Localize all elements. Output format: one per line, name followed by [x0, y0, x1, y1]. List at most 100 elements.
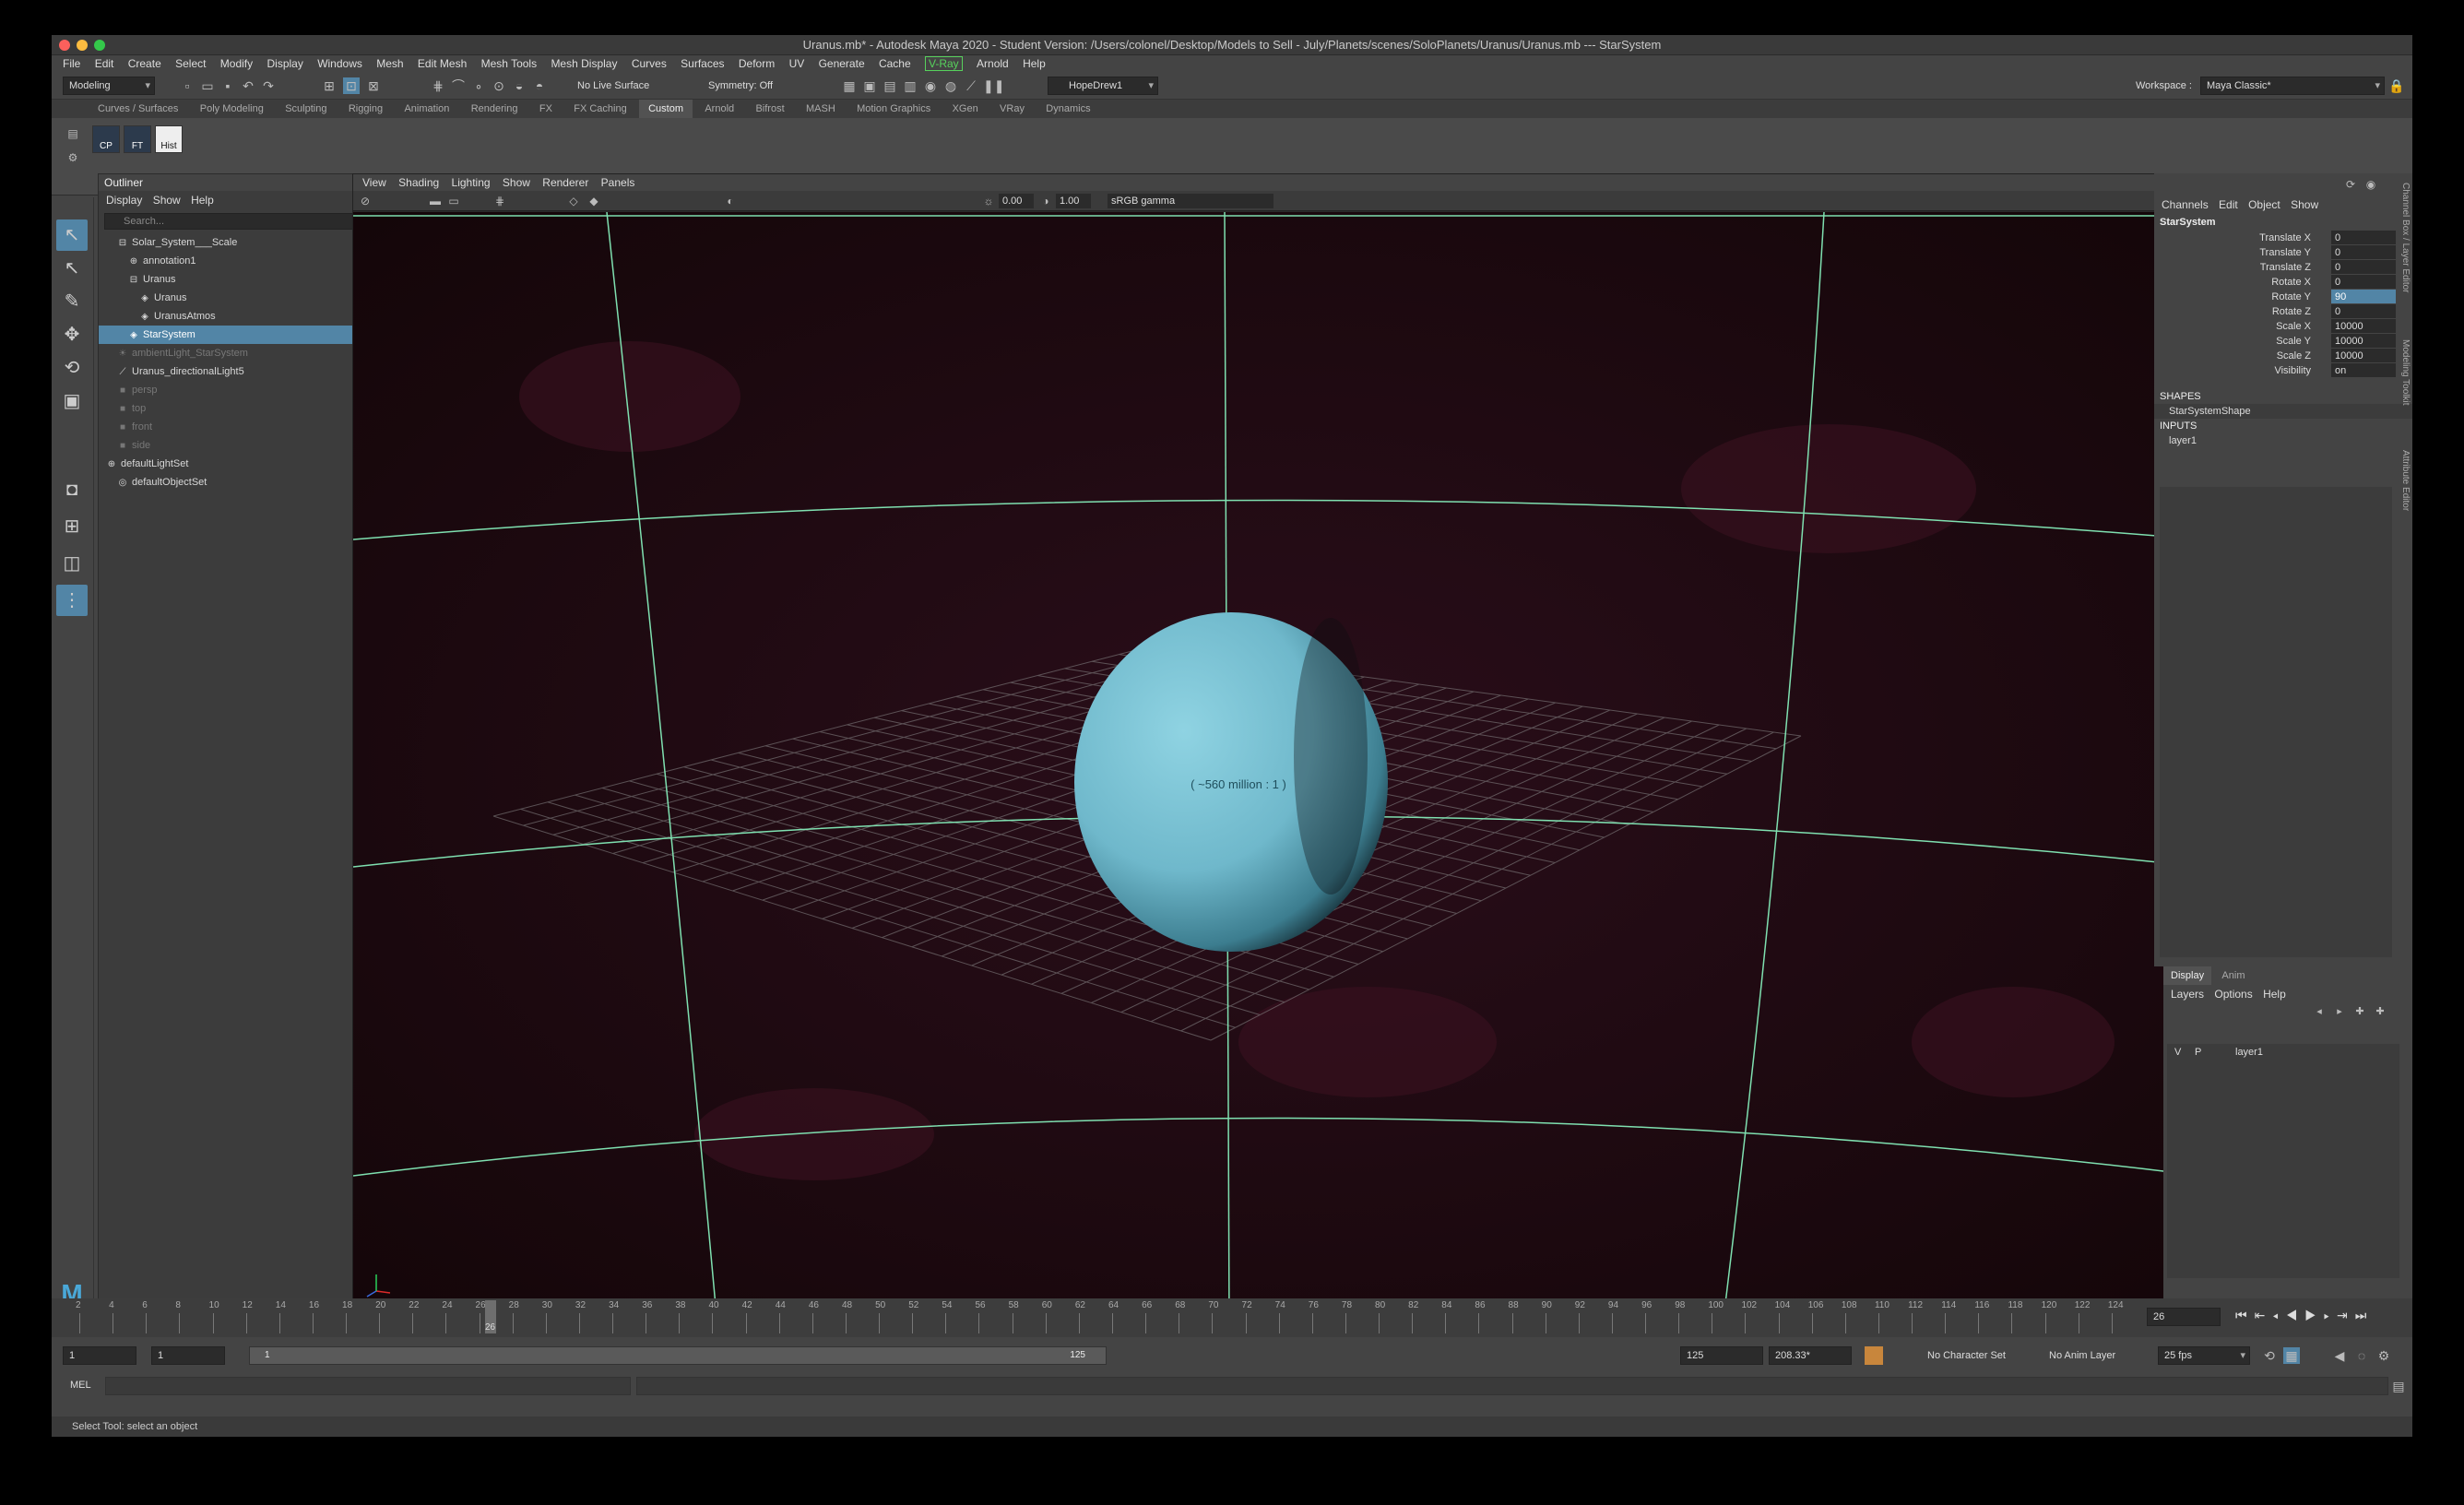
step-forward-frame-icon[interactable]: ▸ [2324, 1308, 2337, 1322]
shelf-tab-custom[interactable]: Custom [639, 100, 693, 118]
channel-menu-show[interactable]: Show [2291, 196, 2318, 214]
shelf-tab-sculpting[interactable]: Sculpting [276, 100, 336, 118]
channel-attribute-row[interactable]: Scale Z 10000 [2154, 349, 2412, 363]
range-slider[interactable]: 1 125 [249, 1346, 1107, 1365]
viewport-menu-renderer[interactable]: Renderer [542, 174, 588, 191]
menu-edit[interactable]: Edit [95, 55, 114, 72]
shelf-menu-icon[interactable]: ▤ [65, 125, 81, 142]
new-layer-selected-icon[interactable]: ✚ [2372, 1003, 2388, 1020]
channel-sync-icon[interactable]: ⟳ [2342, 176, 2359, 193]
shelf-tab-dynamics[interactable]: Dynamics [1037, 100, 1099, 118]
auto-key-icon[interactable] [1865, 1346, 1883, 1365]
snap-curve-icon[interactable]: ⌒ [450, 77, 467, 94]
exposure-field[interactable]: 0.00 [999, 194, 1034, 208]
outliner-menu-help[interactable]: Help [191, 191, 214, 209]
redo-icon[interactable]: ↷ [260, 77, 277, 94]
shelf-button-hist[interactable]: Hist [155, 125, 183, 153]
single-view-icon[interactable]: ◘ [56, 474, 88, 505]
shelf-tab-rigging[interactable]: Rigging [339, 100, 392, 118]
scene-view[interactable]: ( ~560 million : 1 ) persp [352, 211, 2202, 1327]
anim-start-field[interactable]: 1 [63, 1346, 136, 1365]
channel-menu-edit[interactable]: Edit [2219, 196, 2238, 214]
channel-attribute-row[interactable]: Translate Z 0 [2154, 260, 2412, 275]
outliner-item[interactable]: ■ front [99, 418, 390, 436]
layer-tab-display[interactable]: Display [2163, 966, 2212, 985]
shelf-tab-fx-caching[interactable]: FX Caching [564, 100, 635, 118]
layer-menu-layers[interactable]: Layers [2171, 985, 2204, 1003]
step-forward-key-icon[interactable]: ⇥ [2337, 1308, 2355, 1322]
menu-generate[interactable]: Generate [819, 55, 865, 72]
channel-attribute-value[interactable]: 90 [2331, 290, 2396, 303]
channel-attribute-value[interactable]: 0 [2331, 275, 2396, 289]
layer-row[interactable]: V P layer1 [2167, 1044, 2399, 1061]
shelf-tab-motion-graphics[interactable]: Motion Graphics [847, 100, 940, 118]
camera-select-icon[interactable]: ⊘ [357, 193, 373, 209]
step-back-frame-icon[interactable]: ◂ [2272, 1308, 2285, 1322]
outliner-item[interactable]: ◎ defaultObjectSet [99, 473, 390, 492]
shelf-tab-rendering[interactable]: Rendering [462, 100, 527, 118]
grid-toggle-icon[interactable]: ⋕ [492, 193, 508, 209]
layer-menu-options[interactable]: Options [2214, 985, 2252, 1003]
new-layer-icon[interactable]: ✚ [2351, 1003, 2368, 1020]
run-icon[interactable]: ⚙ [2375, 1347, 2392, 1364]
outliner-search-input[interactable]: Search... [104, 213, 385, 230]
undo-icon[interactable]: ↶ [240, 77, 256, 94]
layer-tab-anim[interactable]: Anim [2214, 966, 2252, 985]
graph-icon[interactable]: ◌ [2353, 1347, 2370, 1364]
script-editor-icon[interactable]: ▤ [2390, 1378, 2407, 1394]
layer-playback-toggle[interactable]: P [2195, 1044, 2201, 1061]
channel-attribute-value[interactable]: 10000 [2331, 349, 2396, 362]
menu-select[interactable]: Select [175, 55, 206, 72]
menu-set-dropdown[interactable]: Modeling [63, 77, 155, 95]
channel-attribute-row[interactable]: Translate Y 0 [2154, 245, 2412, 260]
channel-attribute-row[interactable]: Scale X 10000 [2154, 319, 2412, 334]
outliner-item[interactable]: ⊕ defaultLightSet [99, 455, 390, 473]
viewport-menu-panels[interactable]: Panels [601, 174, 635, 191]
select-object-icon[interactable]: ⊡ [343, 77, 360, 94]
layer-name[interactable]: layer1 [2235, 1044, 2263, 1061]
paint-select-tool-icon[interactable]: ✎ [56, 286, 88, 317]
light-editor-icon[interactable]: ⟋ [963, 77, 979, 94]
shelf-tab-curves-surfaces[interactable]: Curves / Surfaces [89, 100, 187, 118]
time-slider[interactable]: 2 4 6 8 10 12 14 16 18 20 22 24 26 28 30 32 34 36 38 40 42 44… [52, 1298, 2412, 1337]
move-layer-up-icon[interactable]: ◂ [2311, 1003, 2328, 1020]
channel-attribute-row[interactable]: Scale Y 10000 [2154, 334, 2412, 349]
character-set-dropdown[interactable]: No Character Set [1927, 1350, 2006, 1361]
menu-mesh-tools[interactable]: Mesh Tools [481, 55, 537, 72]
step-back-key-icon[interactable]: ⇤ [2255, 1308, 2273, 1322]
snap-point-icon[interactable]: ∘ [470, 77, 487, 94]
outliner-menu-show[interactable]: Show [153, 191, 181, 209]
render-frame-icon[interactable]: ▣ [861, 77, 878, 94]
menu-cache[interactable]: Cache [879, 55, 911, 72]
channel-menu-object[interactable]: Object [2248, 196, 2280, 214]
render-setup-icon[interactable]: ◍ [942, 77, 959, 94]
save-scene-icon[interactable]: ▪ [219, 77, 236, 94]
four-view-icon[interactable]: ⊞ [56, 511, 88, 542]
shelf-tab-xgen[interactable]: XGen [943, 100, 988, 118]
bookmark-icon[interactable]: ▭ [445, 193, 462, 209]
shelf-tab-vray[interactable]: VRay [990, 100, 1034, 118]
channel-attribute-value[interactable]: on [2331, 363, 2396, 377]
lasso-tool-icon[interactable]: ↖ [56, 253, 88, 284]
shape-node-item[interactable]: StarSystemShape [2154, 404, 2412, 419]
menu-modify[interactable]: Modify [220, 55, 253, 72]
outliner-item[interactable]: ⊟ Uranus [99, 270, 390, 289]
shelf-tab-bifrost[interactable]: Bifrost [746, 100, 793, 118]
menu-mesh[interactable]: Mesh [376, 55, 403, 72]
channel-attribute-value[interactable]: 0 [2331, 260, 2396, 274]
menu-surfaces[interactable]: Surfaces [681, 55, 724, 72]
snap-grid-icon[interactable]: ⋕ [430, 77, 446, 94]
camera-dropdown[interactable]: HopeDrew1 [1048, 77, 1158, 95]
workspace-dropdown[interactable]: Maya Classic* [2200, 77, 2385, 95]
lock-icon[interactable]: 🔒 [2388, 77, 2405, 94]
symmetry-label[interactable]: Symmetry: Off [708, 80, 773, 91]
render-settings-icon[interactable]: ▥ [902, 77, 918, 94]
ipr-render-icon[interactable]: ▤ [882, 77, 898, 94]
shelf-tab-animation[interactable]: Animation [395, 100, 458, 118]
menu-deform[interactable]: Deform [739, 55, 775, 72]
new-scene-icon[interactable]: ▫ [179, 77, 195, 94]
rotate-tool-icon[interactable]: ⟲ [56, 352, 88, 384]
channel-attribute-value[interactable]: 0 [2331, 231, 2396, 244]
channel-attr-icon[interactable]: ◉ [2363, 176, 2379, 193]
outliner-item[interactable]: ◈ Uranus [99, 289, 390, 307]
